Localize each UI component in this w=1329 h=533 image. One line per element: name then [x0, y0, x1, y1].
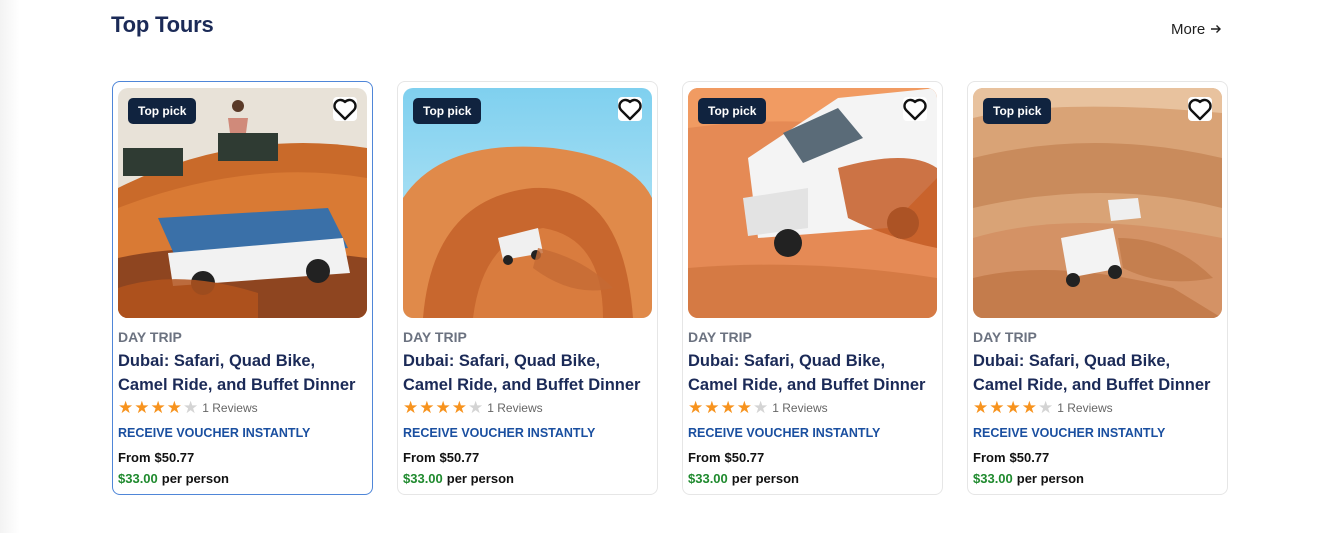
from-price: $50.77 [154, 450, 195, 465]
top-tours-page: Top Tours More Top pick DAY TRIP Dubai: … [0, 0, 1329, 533]
heart-icon[interactable] [618, 97, 642, 121]
tour-category: DAY TRIP [118, 329, 182, 345]
heart-icon[interactable] [903, 97, 927, 121]
voucher-note: RECEIVE VOUCHER INSTANTLY [118, 426, 311, 440]
heart-icon[interactable] [1188, 97, 1212, 121]
sale-price: $33.00 [403, 471, 443, 486]
from-label: From [688, 450, 721, 465]
original-price: From $50.77 [403, 450, 479, 465]
tour-image-desert-safari[interactable]: Top pick [118, 88, 367, 318]
from-price: $50.77 [1009, 450, 1050, 465]
left-edge-shade [0, 0, 20, 533]
from-label: From [403, 450, 436, 465]
star-filled-icon: ★ [973, 398, 989, 417]
reviews-count: 1 Reviews [1057, 400, 1113, 415]
star-filled-icon: ★ [704, 398, 720, 417]
star-empty-icon: ★ [183, 398, 199, 417]
tour-title[interactable]: Dubai: Safari, Quad Bike, Camel Ride, an… [973, 349, 1223, 397]
tour-image-desert-convoy[interactable]: Top pick [973, 88, 1222, 318]
from-price: $50.77 [439, 450, 480, 465]
original-price: From $50.77 [118, 450, 194, 465]
arrow-right-icon [1211, 23, 1222, 36]
tour-card[interactable]: Top pick DAY TRIP Dubai: Safari, Quad Bi… [397, 81, 658, 495]
rating: ★ ★ ★ ★ ★ 1 Reviews [973, 399, 1113, 416]
star-filled-icon: ★ [720, 398, 736, 417]
star-filled-icon: ★ [166, 398, 182, 417]
top-pick-badge: Top pick [413, 98, 482, 124]
rating: ★ ★ ★ ★ ★ 1 Reviews [118, 399, 258, 416]
star-filled-icon: ★ [736, 398, 752, 417]
from-label: From [118, 450, 151, 465]
sale-price: $33.00 [973, 471, 1013, 486]
from-label: From [973, 450, 1006, 465]
star-filled-icon: ★ [688, 398, 704, 417]
voucher-note: RECEIVE VOUCHER INSTANTLY [403, 426, 596, 440]
original-price: From $50.77 [973, 450, 1049, 465]
voucher-note: RECEIVE VOUCHER INSTANTLY [973, 426, 1166, 440]
star-empty-icon: ★ [468, 398, 484, 417]
star-filled-icon: ★ [1021, 398, 1037, 417]
star-filled-icon: ★ [419, 398, 435, 417]
reviews-count: 1 Reviews [202, 400, 258, 415]
tour-card[interactable]: Top pick DAY TRIP Dubai: Safari, Quad Bi… [682, 81, 943, 495]
voucher-note: RECEIVE VOUCHER INSTANTLY [688, 426, 881, 440]
per-person-label: per person [731, 471, 799, 486]
rating: ★ ★ ★ ★ ★ 1 Reviews [403, 399, 543, 416]
more-label: More [1171, 21, 1206, 38]
star-filled-icon: ★ [435, 398, 451, 417]
more-link[interactable]: More [1171, 21, 1222, 38]
tour-category: DAY TRIP [973, 329, 1037, 345]
sale-price-line: $33.00 per person [688, 471, 799, 486]
sale-price-line: $33.00 per person [118, 471, 229, 486]
star-filled-icon: ★ [118, 398, 134, 417]
star-filled-icon: ★ [150, 398, 166, 417]
per-person-label: per person [161, 471, 229, 486]
per-person-label: per person [1016, 471, 1084, 486]
top-pick-badge: Top pick [698, 98, 767, 124]
tour-title[interactable]: Dubai: Safari, Quad Bike, Camel Ride, an… [688, 349, 938, 397]
tour-title[interactable]: Dubai: Safari, Quad Bike, Camel Ride, an… [118, 349, 368, 397]
top-pick-badge: Top pick [128, 98, 197, 124]
section-title: Top Tours [111, 12, 214, 37]
per-person-label: per person [446, 471, 514, 486]
tour-category: DAY TRIP [403, 329, 467, 345]
top-pick-badge: Top pick [983, 98, 1052, 124]
sale-price-line: $33.00 per person [973, 471, 1084, 486]
tour-image-dune-bashing[interactable]: Top pick [403, 88, 652, 318]
tour-card[interactable]: Top pick DAY TRIP Dubai: Safari, Quad Bi… [967, 81, 1228, 495]
tour-image-white-suv[interactable]: Top pick [688, 88, 937, 318]
tour-category: DAY TRIP [688, 329, 752, 345]
sale-price: $33.00 [688, 471, 728, 486]
sale-price-line: $33.00 per person [403, 471, 514, 486]
reviews-count: 1 Reviews [772, 400, 828, 415]
star-filled-icon: ★ [134, 398, 150, 417]
star-empty-icon: ★ [753, 398, 769, 417]
star-filled-icon: ★ [451, 398, 467, 417]
reviews-count: 1 Reviews [487, 400, 543, 415]
rating: ★ ★ ★ ★ ★ 1 Reviews [688, 399, 828, 416]
sale-price: $33.00 [118, 471, 158, 486]
from-price: $50.77 [724, 450, 765, 465]
star-filled-icon: ★ [403, 398, 419, 417]
tour-title[interactable]: Dubai: Safari, Quad Bike, Camel Ride, an… [403, 349, 653, 397]
star-empty-icon: ★ [1038, 398, 1054, 417]
original-price: From $50.77 [688, 450, 764, 465]
tour-card[interactable]: Top pick DAY TRIP Dubai: Safari, Quad Bi… [112, 81, 373, 495]
star-filled-icon: ★ [989, 398, 1005, 417]
star-filled-icon: ★ [1005, 398, 1021, 417]
heart-icon[interactable] [333, 97, 357, 121]
